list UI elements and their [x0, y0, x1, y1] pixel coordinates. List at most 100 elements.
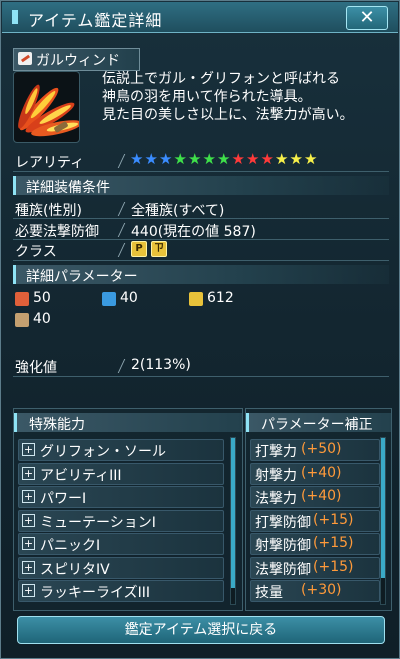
- rarity-star-icon: ★: [260, 150, 274, 168]
- bonus-label: 法撃防御: [255, 561, 311, 578]
- ability-name: パニックI: [40, 538, 101, 554]
- divider: [13, 218, 389, 219]
- rarity-star-icon: ★: [188, 150, 202, 168]
- rarity-star-icon: ★: [173, 150, 187, 168]
- race-value: 全種族(すべて): [131, 203, 225, 219]
- bonus-value: (+15): [313, 511, 354, 528]
- bonus-value: (+40): [301, 464, 342, 481]
- title-accent: [12, 10, 18, 24]
- description-line: 見た目の美しさ以上に、法撃力が高い。: [102, 107, 354, 123]
- expand-plus-icon[interactable]: +: [22, 537, 35, 550]
- rarity-star-icon: ★: [275, 150, 289, 168]
- ability-item[interactable]: + スピリタIV: [18, 556, 224, 579]
- enhance-value: 2(113%): [131, 357, 191, 373]
- separator: [117, 154, 126, 168]
- required-stat-label: 必要法撃防御: [15, 224, 99, 240]
- ability-item[interactable]: + パワーI: [18, 486, 224, 508]
- separator: [117, 359, 126, 373]
- close-button[interactable]: ✕: [346, 6, 388, 30]
- required-stat-value: 440(現在の値 587): [131, 224, 256, 240]
- section-equip-requirements: 詳細装備条件: [13, 176, 389, 196]
- item-description: 伝説上でガル・グリフォンと呼ばれる 神鳥の羽を用いて作られた導具。 見た目の美し…: [102, 70, 392, 124]
- panel-title: 特殊能力: [29, 417, 85, 433]
- bonus-value: (+40): [301, 488, 342, 504]
- divider: [13, 376, 389, 377]
- bonus-item: 法撃防御 (+15): [250, 556, 380, 579]
- scroll-thumb[interactable]: [381, 438, 385, 578]
- bonus-item: 法撃力 (+40): [250, 486, 380, 508]
- bonus-item: 打撃力 (+50): [250, 439, 380, 461]
- bonus-value: (+15): [313, 535, 354, 551]
- ability-name: パワーI: [40, 491, 87, 507]
- ability-item[interactable]: + アビリティIII: [18, 462, 224, 485]
- class-label: クラス: [15, 244, 57, 260]
- description-line: 伝説上でガル・グリフォンと呼ばれる: [102, 71, 340, 87]
- expand-plus-icon[interactable]: +: [22, 443, 35, 456]
- bonus-label: 法撃力: [255, 491, 297, 507]
- ability-scrollbar[interactable]: [230, 437, 236, 605]
- ability-name: グリフォン・ソール: [40, 444, 166, 460]
- item-name-bar: ガルウィンド+2: [13, 48, 140, 86]
- weapon-type-icon: [18, 52, 32, 65]
- bonus-item: 打撃防御 (+15): [250, 509, 380, 532]
- rarity-star-icon: ★: [159, 150, 173, 168]
- special-abilities-panel: 特殊能力 + グリフォン・ソール + アビリティIII + パワーI + ミューテーションI +…: [13, 408, 243, 611]
- rarity-star-icon: ★: [130, 150, 144, 168]
- ability-item[interactable]: + グリフォン・ソール: [18, 439, 224, 461]
- rarity-star-icon: ★: [289, 150, 303, 168]
- class-icon: P: [131, 241, 147, 257]
- title-bar: アイテム鑑定詳細 ✕: [2, 2, 398, 33]
- shield-icon: [15, 313, 29, 327]
- param-value: 40: [120, 290, 138, 306]
- ability-item[interactable]: + ミューテーションI: [18, 509, 224, 532]
- bonus-value: (+50): [301, 441, 342, 457]
- param-value: 40: [33, 311, 51, 327]
- bonus-label: 射撃防御: [255, 538, 311, 554]
- enhance-label: 強化値: [15, 360, 57, 376]
- expand-plus-icon[interactable]: +: [22, 466, 35, 480]
- param-value: 612: [207, 290, 234, 306]
- description-line: 神鳥の羽を用いて作られた導具。: [102, 89, 312, 105]
- bonus-label: 打撃防御: [255, 514, 311, 531]
- param-value: 50: [33, 290, 51, 306]
- bonus-value: (+15): [313, 558, 354, 575]
- back-to-selection-button[interactable]: 鑑定アイテム選択に戻る: [17, 616, 385, 644]
- divider: [13, 239, 389, 240]
- feather-wand-icon: [13, 71, 80, 143]
- bonus-label: 射撃力: [255, 467, 297, 484]
- rarity-star-icon: ★: [202, 150, 216, 168]
- separator: [117, 243, 126, 257]
- item-appraisal-window: アイテム鑑定詳細 ✕ ガルウィンド+2: [0, 0, 400, 659]
- ability-name: ラッキーライズIII: [40, 585, 150, 601]
- rarity-star-icon: ★: [304, 150, 318, 168]
- ability-item[interactable]: + ラッキーライズIII: [18, 580, 224, 602]
- parameter-bonus-panel: パラメーター補正 打撃力 (+50) 射撃力 (+40) 法撃力 (+40) 打撃防御 (+1…: [245, 408, 392, 611]
- ability-name: アビリティIII: [40, 467, 122, 484]
- expand-plus-icon[interactable]: +: [22, 584, 35, 597]
- divider: [13, 171, 389, 172]
- bonus-item: 射撃防御 (+15): [250, 533, 380, 555]
- rarity-label: レアリティ: [15, 155, 85, 171]
- sword-icon: [15, 292, 29, 306]
- bonus-label: 技量: [255, 585, 283, 601]
- bonus-scrollbar[interactable]: [380, 437, 386, 605]
- separator: [117, 223, 126, 237]
- bonus-value: (+30): [301, 582, 342, 598]
- scroll-thumb[interactable]: [231, 438, 235, 588]
- window-title: アイテム鑑定詳細: [28, 11, 163, 30]
- ability-name: スピリタIV: [40, 561, 110, 578]
- rarity-star-icon: ★: [246, 150, 260, 168]
- ability-item[interactable]: + パニックI: [18, 533, 224, 555]
- bonus-item: 技量 (+30): [250, 580, 380, 602]
- rarity-star-icon: ★: [217, 150, 231, 168]
- race-label: 種族(性別): [15, 203, 82, 219]
- separator: [117, 202, 126, 216]
- rarity-star-icon: ★: [231, 150, 245, 168]
- expand-plus-icon[interactable]: +: [22, 513, 35, 527]
- expand-plus-icon[interactable]: +: [22, 490, 35, 503]
- panel-header: 特殊能力: [14, 413, 242, 433]
- class-icon: ㄗ: [151, 241, 167, 257]
- bonus-item: 射撃力 (+40): [250, 462, 380, 485]
- bow-icon: [102, 292, 116, 306]
- expand-plus-icon[interactable]: +: [22, 560, 35, 574]
